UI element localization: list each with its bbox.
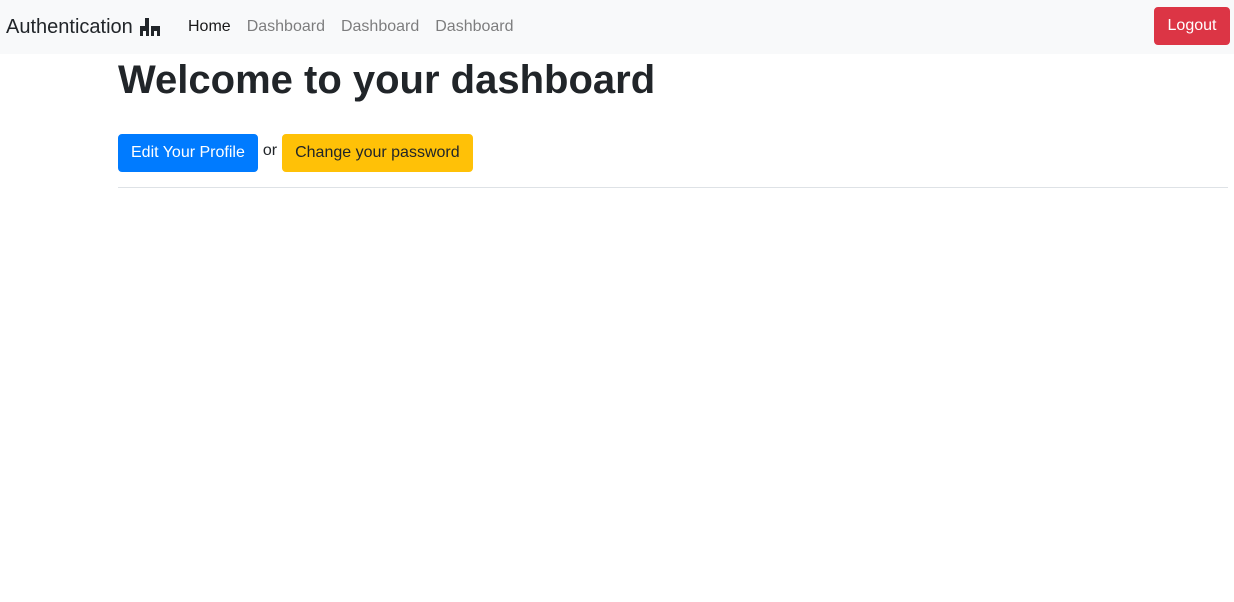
edit-profile-button[interactable]: Edit Your Profile	[118, 134, 258, 172]
nav-links: Home Dashboard Dashboard Dashboard	[180, 16, 522, 38]
nav-link-dashboard-2[interactable]: Dashboard	[333, 16, 427, 38]
building-icon	[139, 16, 161, 38]
nav-link-dashboard-3[interactable]: Dashboard	[427, 16, 521, 38]
brand-link[interactable]: Authentication	[6, 13, 161, 41]
divider	[118, 187, 1228, 188]
nav-link-home[interactable]: Home	[180, 16, 239, 38]
logout-button[interactable]: Logout	[1154, 7, 1230, 45]
profile-actions: Edit Your Profile or Change your passwor…	[118, 134, 473, 172]
brand-label: Authentication	[6, 15, 133, 38]
change-password-button[interactable]: Change your password	[282, 134, 473, 172]
nav-link-dashboard-1[interactable]: Dashboard	[239, 16, 333, 38]
page-title: Welcome to your dashboard	[118, 58, 656, 102]
or-text: or	[262, 142, 278, 159]
navbar: Authentication Home Dashboard Dashboard …	[0, 0, 1234, 54]
